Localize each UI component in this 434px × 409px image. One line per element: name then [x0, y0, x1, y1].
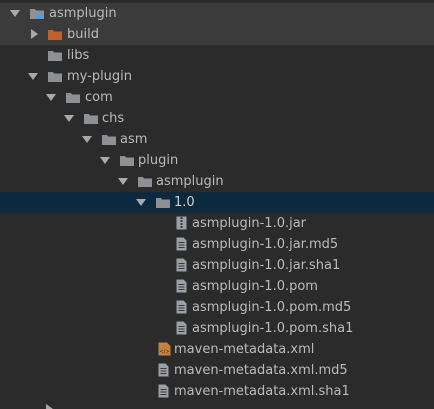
folder-icon	[156, 198, 170, 208]
tree-node-label: asmplugin	[49, 6, 117, 21]
tree-node-chs[interactable]: chs	[0, 108, 434, 129]
excluded-folder-icon	[48, 30, 62, 40]
tree-node-asmplugin-dir[interactable]: asmplugin	[0, 171, 434, 192]
folder-icon	[102, 135, 116, 145]
chevron-right-icon[interactable]	[46, 404, 53, 409]
tree-node-label: libs	[67, 48, 90, 63]
tree-node-label: maven-metadata.xml.md5	[174, 363, 348, 378]
chevron-down-icon[interactable]	[136, 199, 146, 206]
tree-node-label: asmplugin-1.0.jar	[192, 216, 307, 231]
tree-node-version[interactable]: 1.0	[0, 192, 434, 213]
tree-file-pom-sha1[interactable]: asmplugin-1.0.pom.sha1	[0, 318, 434, 339]
text-file-icon	[158, 384, 169, 398]
chevron-down-icon[interactable]	[118, 178, 128, 185]
xml-file-icon: </>	[158, 342, 171, 356]
svg-text:</>: </>	[159, 349, 169, 355]
tree-file-jar-md5[interactable]: asmplugin-1.0.jar.md5	[0, 234, 434, 255]
folder-icon	[138, 177, 152, 187]
archive-file-icon	[176, 216, 187, 230]
text-file-icon	[176, 258, 187, 272]
tree-file-pom-md5[interactable]: asmplugin-1.0.pom.md5	[0, 297, 434, 318]
tree-file-maven-metadata-md5[interactable]: maven-metadata.xml.md5	[0, 360, 434, 381]
tree-file-jar-sha1[interactable]: asmplugin-1.0.jar.sha1	[0, 255, 434, 276]
chevron-down-icon[interactable]	[46, 94, 56, 101]
text-file-icon	[176, 279, 187, 293]
tree-node-label: asmplugin-1.0.jar.md5	[192, 237, 339, 252]
module-folder-icon	[30, 9, 44, 19]
tree-node-label: asm	[120, 132, 148, 147]
tree-node-label: asmplugin	[156, 174, 224, 189]
tree-node-asm[interactable]: asm	[0, 129, 434, 150]
tree-file-maven-metadata[interactable]: </> maven-metadata.xml	[0, 339, 434, 360]
chevron-down-icon[interactable]	[100, 157, 110, 164]
tree-node-label: asmplugin-1.0.jar.sha1	[192, 258, 341, 273]
folder-icon	[84, 114, 98, 124]
tree-file-maven-metadata-sha1[interactable]: maven-metadata.xml.sha1	[0, 381, 434, 402]
text-file-icon	[176, 321, 187, 335]
tree-node-com[interactable]: com	[0, 87, 434, 108]
tree-node-label: build	[67, 27, 99, 42]
tree-file-jar[interactable]: asmplugin-1.0.jar	[0, 213, 434, 234]
tree-node-libs[interactable]: libs	[0, 45, 434, 66]
tree-node-label: plugin	[138, 153, 179, 168]
folder-icon	[48, 72, 62, 82]
tree-node-plugin[interactable]: plugin	[0, 150, 434, 171]
project-tree: asmplugin build libs my-plugin com chs a…	[0, 0, 434, 409]
tree-node-label: asmplugin-1.0.pom.md5	[192, 300, 352, 315]
tree-node-label: maven-metadata.xml	[174, 342, 315, 357]
chevron-down-icon[interactable]	[64, 115, 74, 122]
folder-icon	[48, 51, 62, 61]
chevron-down-icon[interactable]	[82, 136, 92, 143]
text-file-icon	[176, 300, 187, 314]
text-file-icon	[176, 237, 187, 251]
chevron-right-icon[interactable]	[31, 29, 38, 39]
tree-node-build[interactable]: build	[0, 24, 434, 45]
folder-icon	[120, 156, 134, 166]
tree-node-label: my-plugin	[67, 69, 133, 84]
tree-node-label: maven-metadata.xml.sha1	[174, 384, 350, 399]
chevron-down-icon[interactable]	[10, 10, 20, 17]
tree-node-label: asmplugin-1.0.pom.sha1	[192, 321, 354, 336]
tree-node-label: chs	[102, 111, 125, 126]
text-file-icon	[158, 363, 169, 377]
tree-node-label: com	[85, 90, 113, 105]
tree-node-asmplugin-root[interactable]: asmplugin	[0, 3, 434, 24]
folder-icon	[66, 93, 80, 103]
tree-node-label: asmplugin-1.0.pom	[192, 279, 318, 294]
tree-node-my-plugin[interactable]: my-plugin	[0, 66, 434, 87]
tree-file-pom[interactable]: asmplugin-1.0.pom	[0, 276, 434, 297]
chevron-down-icon[interactable]	[28, 73, 38, 80]
tree-node-label: 1.0	[174, 195, 195, 210]
